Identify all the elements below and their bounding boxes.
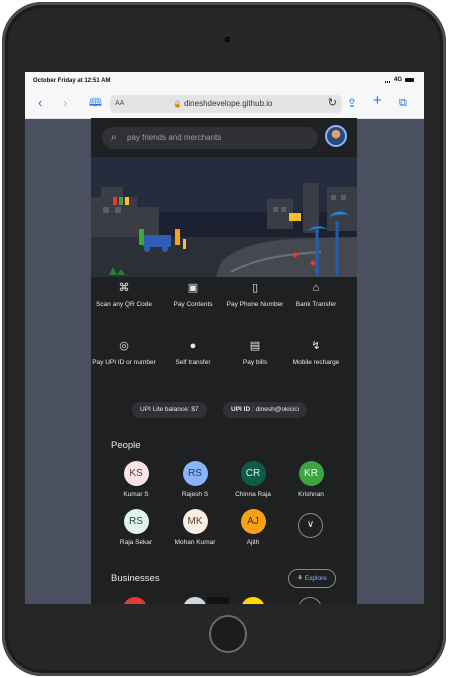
status-bar: October Friday at 12:51 AM 4G <box>25 72 424 90</box>
phone-icon: ▯ <box>251 282 259 294</box>
action-label: Scan any QR Code <box>95 301 152 308</box>
business-more[interactable] <box>298 597 322 604</box>
tabs-icon[interactable]: ⧉ <box>399 96 407 110</box>
businesses-title: Businesses <box>111 573 160 584</box>
contacts-icon: ▣ <box>187 282 199 294</box>
profile-avatar[interactable] <box>325 125 347 147</box>
action-label: Pay bills <box>242 359 268 366</box>
forward-icon[interactable]: › <box>63 96 67 110</box>
show-more-people-button[interactable]: ∨ <box>298 513 323 538</box>
person-avatar: RS <box>182 461 208 486</box>
action-pay-contacts[interactable]: ▣ Pay Contents <box>160 282 226 309</box>
text-size-button[interactable]: AA <box>115 100 124 107</box>
action-bank-transfer[interactable]: ⌂ Bank Transfer <box>283 282 349 309</box>
person-name: Mohan Kumar <box>174 539 216 546</box>
hero-illustration <box>91 157 357 277</box>
search-bar[interactable]: ⌕ pay friends and merchants <box>102 127 318 149</box>
action-pay-upi[interactable]: ◎ Pay UPI ID or number <box>91 340 157 367</box>
home-button[interactable] <box>209 615 247 653</box>
browser-toolbar: ‹ › 🕮 AA 🔒 dineshdevelope.github.io ↻ ⇪ … <box>25 90 424 119</box>
action-label: Pay UPI ID or number <box>92 359 156 366</box>
person-item[interactable]: MK Mohan Kumar <box>166 509 224 546</box>
person-item[interactable]: KS Kumar S <box>107 461 165 498</box>
search-icon: ⌕ <box>111 132 117 143</box>
bank-icon: ⌂ <box>312 282 320 294</box>
action-mobile-recharge[interactable]: ↯ Mobile recharge <box>283 340 349 367</box>
upi-id-value: : dinesh@okicici <box>251 406 300 413</box>
person-item[interactable]: AJ Ajith <box>224 509 282 546</box>
new-tab-icon[interactable]: + <box>373 93 382 108</box>
person-name: Kumar S <box>123 491 149 498</box>
explore-label: Explore <box>304 575 327 582</box>
action-label: Pay Phone Number <box>226 301 284 308</box>
upi-id-pill[interactable]: UPI ID : dinesh@okicici <box>223 402 308 418</box>
business-logo[interactable] <box>207 597 229 604</box>
network-label: 4G <box>393 77 402 83</box>
upi-lite-balance[interactable]: UPI Lite balance: $7 <box>132 402 207 418</box>
action-pay-phone[interactable]: ▯ Pay Phone Number <box>222 282 288 309</box>
business-logo[interactable] <box>241 597 265 604</box>
share-icon[interactable]: ⇪ <box>347 96 357 110</box>
person-name: Rajesh S <box>181 491 209 498</box>
reload-icon[interactable]: ↻ <box>328 96 337 109</box>
action-label: Self transfer <box>175 359 211 366</box>
compass-icon: ⚘ <box>297 575 303 582</box>
person-item[interactable]: CR Chinna Raja <box>224 461 282 498</box>
person-item[interactable]: RS Raja Sekar <box>107 509 165 546</box>
status-time: October Friday at 12:51 AM <box>33 78 111 84</box>
address-bar[interactable]: AA 🔒 dineshdevelope.github.io ↻ <box>110 95 342 113</box>
business-logo[interactable] <box>123 597 147 604</box>
battery-icon <box>405 78 414 82</box>
action-label: Bank Transfer <box>295 301 337 308</box>
url-text: 🔒 dineshdevelope.github.io <box>173 99 272 108</box>
url-value: dineshdevelope.github.io <box>183 99 273 108</box>
recharge-icon: ↯ <box>311 340 321 352</box>
action-label: Pay Contents <box>173 301 213 308</box>
person-name: Chinna Raja <box>235 491 271 498</box>
search-placeholder: pay friends and merchants <box>127 133 222 142</box>
screen: October Friday at 12:51 AM 4G ‹ › 🕮 AA 🔒… <box>25 72 424 604</box>
upi-icon: ◎ <box>119 340 129 352</box>
back-icon[interactable]: ‹ <box>38 96 42 110</box>
action-pay-bills[interactable]: ▤ Pay bills <box>222 340 288 367</box>
person-item[interactable]: RS Rajesh S <box>166 461 224 498</box>
person-name: Ajith <box>246 539 260 546</box>
front-camera <box>224 36 231 43</box>
lock-icon: 🔒 <box>173 101 182 108</box>
signal-icon <box>384 77 391 83</box>
chevron-down-icon: ∨ <box>306 519 315 530</box>
bill-icon: ▤ <box>249 340 261 352</box>
gpay-page: ⌕ pay friends and merchants ⌘ Scan any Q… <box>91 118 357 604</box>
person-avatar: AJ <box>240 509 266 534</box>
people-title: People <box>111 440 141 451</box>
person-avatar: MK <box>182 509 208 534</box>
explore-button[interactable]: ⚘ Explore <box>288 569 336 588</box>
person-avatar: KR <box>298 461 324 486</box>
person-name: Raja Sekar <box>119 539 153 546</box>
person-icon: ● <box>189 340 197 352</box>
person-name: Krishnan <box>298 491 324 498</box>
status-indicators: 4G <box>384 77 414 83</box>
person-item[interactable]: KR Krishnan <box>282 461 340 498</box>
action-self-transfer[interactable]: ● Self transfer <box>160 340 226 367</box>
qr-scan-icon: ⌘ <box>118 282 130 294</box>
person-avatar: CR <box>240 461 266 486</box>
upi-id-label: UPI ID <box>231 406 251 413</box>
action-scan-qr[interactable]: ⌘ Scan any QR Code <box>91 282 157 309</box>
person-avatar: KS <box>123 461 149 486</box>
person-avatar: RS <box>123 509 149 534</box>
action-label: Mobile recharge <box>292 359 340 366</box>
business-logo[interactable] <box>183 597 207 604</box>
bookmarks-icon[interactable]: 🕮 <box>89 96 102 110</box>
